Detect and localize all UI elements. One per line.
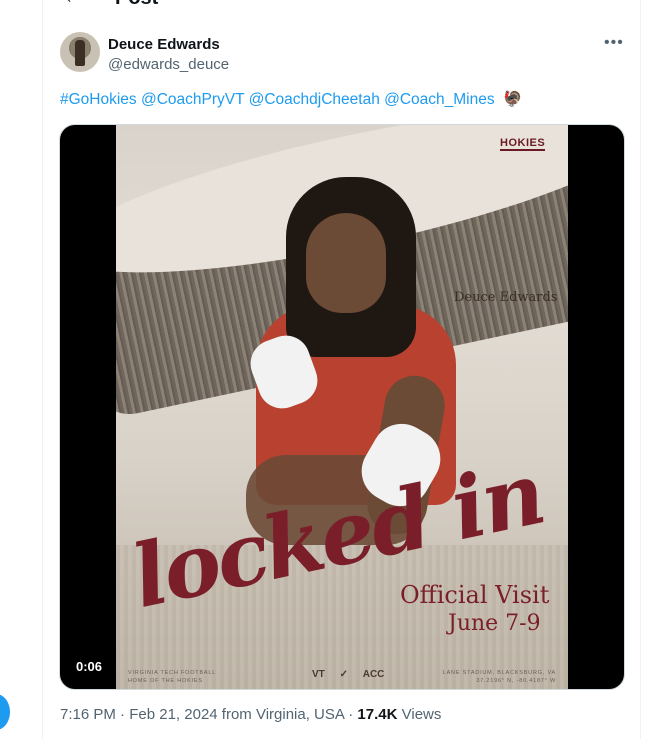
tweet-location: from Virginia, USA <box>221 706 345 723</box>
tweet-date[interactable]: Feb 21, 2024 <box>129 706 217 723</box>
avatar-figure <box>75 40 85 66</box>
poster-footer-left-line2: HOME OF THE HOKIES <box>128 678 203 684</box>
column-border-left <box>42 0 43 739</box>
poster-player-name: Deuce Edwards <box>454 290 558 305</box>
author-display-name[interactable]: Deuce Edwards <box>108 36 220 53</box>
acc-logo: ACC <box>362 669 385 680</box>
meta-separator: · <box>120 706 126 723</box>
column-border-right <box>640 0 641 739</box>
arrow-left-icon[interactable]: ← <box>63 0 83 9</box>
poster-footer-left-line1: VIRGINIA TECH FOOTBALL <box>128 670 217 676</box>
poster-dates: June 7-9 <box>448 611 541 636</box>
views-count[interactable]: 17.4K <box>357 706 397 723</box>
page-title: Post <box>115 0 158 10</box>
meta-separator: · <box>348 706 354 723</box>
poster-footer-right: LANE STADIUM, BLACKSBURG, VA 37.2196° N,… <box>432 669 556 685</box>
page-header: ← Post <box>43 0 640 12</box>
hokies-logo: HOKIES <box>500 137 546 151</box>
views-label: Views <box>401 706 442 723</box>
player-head <box>306 213 386 313</box>
poster-footer-right-line1: LANE STADIUM, BLACKSBURG, VA <box>442 670 556 676</box>
tweet-text: #GoHokies @CoachPryVT @CoachdjCheetah @C… <box>60 90 522 109</box>
more-horizontal-icon[interactable]: ••• <box>604 34 624 52</box>
nike-logo: ✓ <box>339 669 348 680</box>
poster-footer-right-line2: 37.2196° N, -80.4187° W <box>476 678 556 684</box>
vt-logo: VT <box>312 669 325 680</box>
tweet-meta: 7:16 PM · Feb 21, 2024 from Virginia, US… <box>60 706 441 723</box>
poster-footer-left: VIRGINIA TECH FOOTBALL HOME OF THE HOKIE… <box>128 669 216 685</box>
video-timestamp: 0:06 <box>76 659 103 674</box>
poster-event: Official Visit <box>400 581 550 609</box>
author-handle[interactable]: @edwards_deuce <box>108 56 229 73</box>
compose-fab-button[interactable] <box>0 694 10 730</box>
tweet-time[interactable]: 7:16 PM <box>60 706 116 723</box>
avatar[interactable] <box>60 32 100 72</box>
poster-footer-logos: VT ✓ ACC <box>306 669 390 680</box>
video-poster: HOKIES Deuce Edwards locked in Official … <box>116 125 568 689</box>
turkey-emoji: 🦃 <box>502 91 523 108</box>
tweet-hashtags-mentions[interactable]: #GoHokies @CoachPryVT @CoachdjCheetah @C… <box>60 91 495 108</box>
video-player[interactable]: HOKIES Deuce Edwards locked in Official … <box>59 124 625 690</box>
